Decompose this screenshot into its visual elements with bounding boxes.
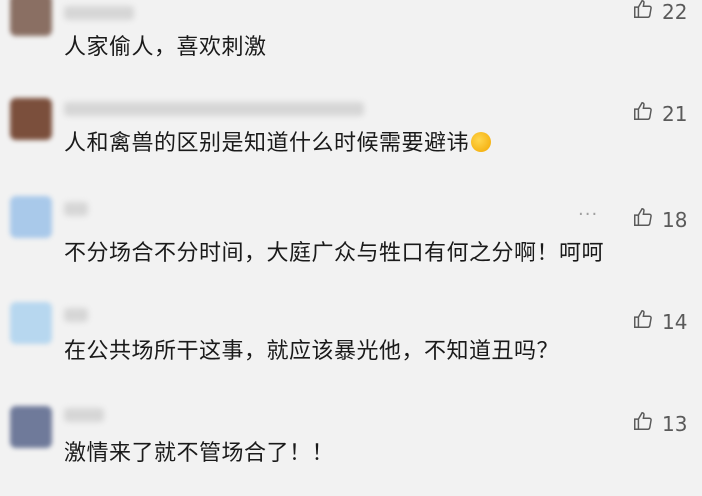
face-with-tears-of-joy-icon <box>471 132 492 152</box>
thumbs-up-icon <box>632 0 654 25</box>
ellipsis-icon[interactable]: ··· <box>578 204 598 225</box>
username-blurred <box>64 102 364 116</box>
avatar[interactable] <box>10 196 52 238</box>
comment-text: 人家偷人，喜欢刺激 <box>64 35 267 60</box>
like-count: 14 <box>662 309 688 334</box>
username-blurred <box>64 308 88 322</box>
like-button[interactable]: 21 <box>632 100 687 127</box>
like-button[interactable]: 18 <box>632 206 687 233</box>
like-count: 22 <box>662 0 688 24</box>
like-count: 13 <box>662 411 688 436</box>
comment-text: 人和禽兽的区别是知道什么时候需要避讳 <box>64 130 492 158</box>
thumbs-up-icon <box>632 100 654 127</box>
comment-item: 激情来了就不管场合了！！ 13 <box>0 396 702 496</box>
like-button[interactable]: 22 <box>632 0 687 25</box>
comment-item: 人家偷人，喜欢刺激 22 <box>0 0 702 100</box>
comment-item: 在公共场所干这事，就应该暴光他，不知道丑吗？ 14 <box>0 296 702 396</box>
username-blurred <box>64 6 134 20</box>
like-count: 21 <box>662 101 688 126</box>
like-button[interactable]: 14 <box>632 308 687 335</box>
username-blurred <box>64 408 104 422</box>
avatar[interactable] <box>10 406 52 448</box>
username-blurred <box>64 202 88 216</box>
comment-text-content: 人和禽兽的区别是知道什么时候需要避讳 <box>64 131 470 156</box>
like-count: 18 <box>662 207 688 232</box>
avatar[interactable] <box>10 98 52 140</box>
like-button[interactable]: 13 <box>632 410 687 437</box>
comment-text: 在公共场所干这事，就应该暴光他，不知道丑吗？ <box>64 339 560 364</box>
thumbs-up-icon <box>632 410 654 437</box>
comment-item: 人和禽兽的区别是知道什么时候需要避讳 21 <box>0 90 702 190</box>
thumbs-up-icon <box>632 308 654 335</box>
comment-item: ··· 不分场合不分时间，大庭广众与牲口有何之分啊！呵呵 18 <box>0 190 702 290</box>
avatar[interactable] <box>10 0 52 36</box>
comment-text: 不分场合不分时间，大庭广众与牲口有何之分啊！呵呵 <box>64 241 605 266</box>
avatar[interactable] <box>10 302 52 344</box>
thumbs-up-icon <box>632 206 654 233</box>
comment-text: 激情来了就不管场合了！！ <box>64 441 335 466</box>
